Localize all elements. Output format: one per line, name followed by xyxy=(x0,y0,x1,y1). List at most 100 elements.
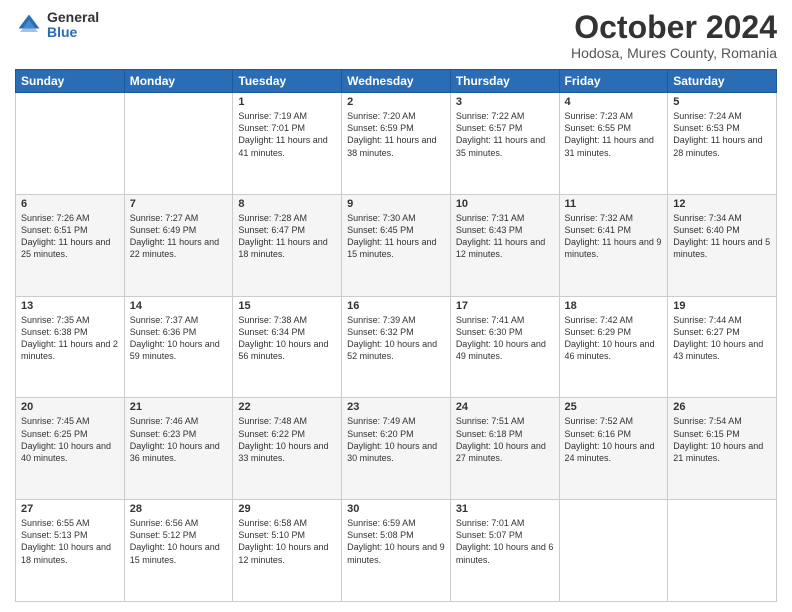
day-detail: Sunrise: 7:35 AMSunset: 6:38 PMDaylight:… xyxy=(21,314,119,363)
day-detail: Sunrise: 7:49 AMSunset: 6:20 PMDaylight:… xyxy=(347,415,445,464)
day-detail: Sunrise: 7:48 AMSunset: 6:22 PMDaylight:… xyxy=(238,415,336,464)
day-cell: 1Sunrise: 7:19 AMSunset: 7:01 PMDaylight… xyxy=(233,93,342,195)
daylight-text: Daylight: 11 hours and 28 minutes. xyxy=(673,134,771,158)
day-cell: 20 Sunrise: 7:45 AMSunset: 6:25 PMDayligh… xyxy=(16,398,125,500)
sunset-text: Sunset: 6:59 PM xyxy=(347,122,445,134)
day-cell: 6Sunrise: 7:26 AMSunset: 6:51 PMDaylight… xyxy=(16,194,125,296)
daylight-text: Daylight: 10 hours and 24 minutes. xyxy=(565,440,663,464)
daylight-text: Daylight: 10 hours and 21 minutes. xyxy=(673,440,771,464)
sunset-text: Sunset: 6:43 PM xyxy=(456,224,554,236)
day-cell: 12Sunrise: 7:34 AMSunset: 6:40 PMDayligh… xyxy=(668,194,777,296)
day-detail: Sunrise: 7:32 AMSunset: 6:41 PMDaylight:… xyxy=(565,212,663,261)
day-detail: Sunrise: 7:46 AMSunset: 6:23 PMDaylight:… xyxy=(130,415,228,464)
daylight-text: Daylight: 11 hours and 35 minutes. xyxy=(456,134,554,158)
day-cell xyxy=(559,500,668,602)
sunset-text: Sunset: 6:57 PM xyxy=(456,122,554,134)
day-number: 29 xyxy=(238,503,336,515)
day-cell: 4Sunrise: 7:23 AMSunset: 6:55 PMDaylight… xyxy=(559,93,668,195)
day-cell: 21Sunrise: 7:46 AMSunset: 6:23 PMDayligh… xyxy=(124,398,233,500)
calendar-table: Sunday Monday Tuesday Wednesday Thursday… xyxy=(15,69,777,602)
sunrise-text: Sunrise: 7:20 AM xyxy=(347,110,445,122)
sunset-text: Sunset: 6:49 PM xyxy=(130,224,228,236)
day-cell: 31Sunrise: 7:01 AMSunset: 5:07 PMDayligh… xyxy=(450,500,559,602)
day-cell: 2Sunrise: 7:20 AMSunset: 6:59 PMDaylight… xyxy=(342,93,451,195)
day-detail: Sunrise: 6:58 AMSunset: 5:10 PMDaylight:… xyxy=(238,517,336,566)
col-saturday: Saturday xyxy=(668,70,777,93)
sunrise-text: Sunrise: 7:44 AM xyxy=(673,314,771,326)
day-detail: Sunrise: 7:31 AMSunset: 6:43 PMDaylight:… xyxy=(456,212,554,261)
sunrise-text: Sunrise: 7:31 AM xyxy=(456,212,554,224)
sunset-text: Sunset: 5:12 PM xyxy=(130,529,228,541)
daylight-text: Daylight: 11 hours and 22 minutes. xyxy=(130,236,228,260)
day-cell: 10Sunrise: 7:31 AMSunset: 6:43 PMDayligh… xyxy=(450,194,559,296)
day-number: 15 xyxy=(238,300,336,312)
logo: General Blue xyxy=(15,10,99,41)
sunrise-text: Sunrise: 7:01 AM xyxy=(456,517,554,529)
sunset-text: Sunset: 6:20 PM xyxy=(347,428,445,440)
day-number: 11 xyxy=(565,198,663,210)
sunrise-text: Sunrise: 7:27 AM xyxy=(130,212,228,224)
sunset-text: Sunset: 5:08 PM xyxy=(347,529,445,541)
daylight-text: Daylight: 11 hours and 5 minutes. xyxy=(673,236,771,260)
sunrise-text: Sunrise: 7:28 AM xyxy=(238,212,336,224)
sunrise-text: Sunrise: 7:35 AM xyxy=(21,314,119,326)
logo-general: General xyxy=(47,10,99,25)
day-detail: Sunrise: 7:01 AMSunset: 5:07 PMDaylight:… xyxy=(456,517,554,566)
daylight-text: Daylight: 10 hours and 6 minutes. xyxy=(456,541,554,565)
day-detail: Sunrise: 7:45 AMSunset: 6:25 PMDaylight:… xyxy=(21,415,119,464)
sunset-text: Sunset: 6:30 PM xyxy=(456,326,554,338)
header-right: October 2024 Hodosa, Mures County, Roman… xyxy=(571,10,777,61)
day-number: 9 xyxy=(347,198,445,210)
sunrise-text: Sunrise: 7:42 AM xyxy=(565,314,663,326)
col-tuesday: Tuesday xyxy=(233,70,342,93)
day-number: 22 xyxy=(238,401,336,413)
sunset-text: Sunset: 6:55 PM xyxy=(565,122,663,134)
sunrise-text: Sunrise: 6:55 AM xyxy=(21,517,119,529)
day-number: 26 xyxy=(673,401,771,413)
day-cell: 8Sunrise: 7:28 AMSunset: 6:47 PMDaylight… xyxy=(233,194,342,296)
day-number: 7 xyxy=(130,198,228,210)
day-cell: 27Sunrise: 6:55 AMSunset: 5:13 PMDayligh… xyxy=(16,500,125,602)
day-number: 20 xyxy=(21,401,119,413)
day-cell: 18 Sunrise: 7:42 AMSunset: 6:29 PMDayligh… xyxy=(559,296,668,398)
day-cell: 24Sunrise: 7:51 AMSunset: 6:18 PMDayligh… xyxy=(450,398,559,500)
sunset-text: Sunset: 6:53 PM xyxy=(673,122,771,134)
day-cell: 26 Sunrise: 7:54 AMSunset: 6:15 PMDayligh… xyxy=(668,398,777,500)
day-detail: Sunrise: 7:23 AMSunset: 6:55 PMDaylight:… xyxy=(565,110,663,159)
sunrise-text: Sunrise: 7:46 AM xyxy=(130,415,228,427)
sunset-text: Sunset: 6:29 PM xyxy=(565,326,663,338)
day-number: 30 xyxy=(347,503,445,515)
daylight-text: Daylight: 11 hours and 18 minutes. xyxy=(238,236,336,260)
day-cell xyxy=(668,500,777,602)
sunrise-text: Sunrise: 7:54 AM xyxy=(673,415,771,427)
day-number: 6 xyxy=(21,198,119,210)
sunrise-text: Sunrise: 7:26 AM xyxy=(21,212,119,224)
daylight-text: Daylight: 11 hours and 15 minutes. xyxy=(347,236,445,260)
daylight-text: Daylight: 10 hours and 46 minutes. xyxy=(565,338,663,362)
sunrise-text: Sunrise: 7:41 AM xyxy=(456,314,554,326)
location: Hodosa, Mures County, Romania xyxy=(571,45,777,61)
sunrise-text: Sunrise: 7:45 AM xyxy=(21,415,119,427)
day-number: 18 xyxy=(565,300,663,312)
daylight-text: Daylight: 11 hours and 41 minutes. xyxy=(238,134,336,158)
day-detail: Sunrise: 7:54 AMSunset: 6:15 PMDaylight:… xyxy=(673,415,771,464)
day-cell: 23Sunrise: 7:49 AMSunset: 6:20 PMDayligh… xyxy=(342,398,451,500)
col-monday: Monday xyxy=(124,70,233,93)
sunset-text: Sunset: 7:01 PM xyxy=(238,122,336,134)
day-number: 24 xyxy=(456,401,554,413)
daylight-text: Daylight: 10 hours and 52 minutes. xyxy=(347,338,445,362)
week-row-5: 27Sunrise: 6:55 AMSunset: 5:13 PMDayligh… xyxy=(16,500,777,602)
col-wednesday: Wednesday xyxy=(342,70,451,93)
day-detail: Sunrise: 7:34 AMSunset: 6:40 PMDaylight:… xyxy=(673,212,771,261)
day-detail: Sunrise: 7:44 AMSunset: 6:27 PMDaylight:… xyxy=(673,314,771,363)
day-detail: Sunrise: 7:38 AMSunset: 6:34 PMDaylight:… xyxy=(238,314,336,363)
sunset-text: Sunset: 6:27 PM xyxy=(673,326,771,338)
daylight-text: Daylight: 11 hours and 12 minutes. xyxy=(456,236,554,260)
sunrise-text: Sunrise: 7:34 AM xyxy=(673,212,771,224)
col-sunday: Sunday xyxy=(16,70,125,93)
day-number: 8 xyxy=(238,198,336,210)
sunrise-text: Sunrise: 7:24 AM xyxy=(673,110,771,122)
day-detail: Sunrise: 7:22 AMSunset: 6:57 PMDaylight:… xyxy=(456,110,554,159)
calendar-header-row: Sunday Monday Tuesday Wednesday Thursday… xyxy=(16,70,777,93)
daylight-text: Daylight: 10 hours and 27 minutes. xyxy=(456,440,554,464)
